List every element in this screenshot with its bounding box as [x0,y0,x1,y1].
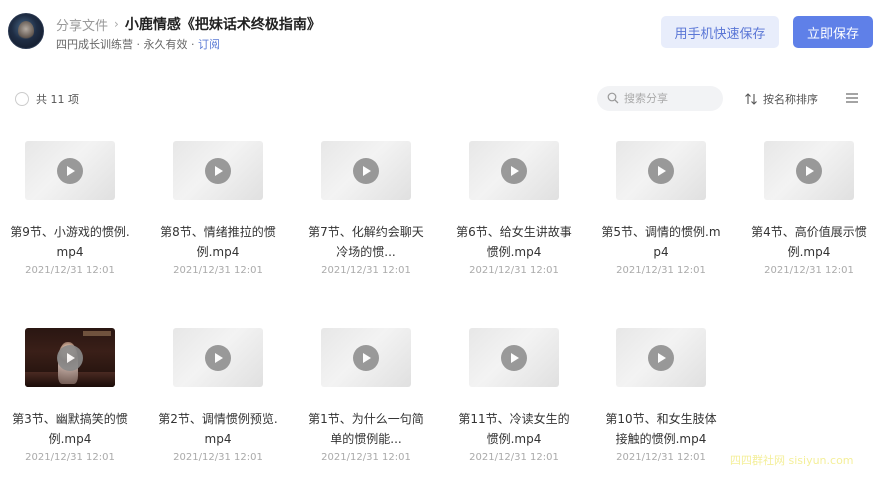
owner-info: 四円成长训练营 · 永久有效 · 订阅 [56,36,220,52]
video-thumbnail[interactable] [469,328,559,387]
file-date: 2021/12/31 12:01 [25,452,115,463]
file-date: 2021/12/31 12:01 [616,452,706,463]
file-item[interactable]: 第8节、情绪推拉的惯例.mp4 2021/12/31 12:01 [158,141,278,291]
file-item[interactable]: 第6节、给女生讲故事惯例.mp4 2021/12/31 12:01 [454,141,574,291]
sort-label: 按名称排序 [763,93,818,106]
file-item[interactable]: 第9节、小游戏的惯例.mp4 2021/12/31 12:01 [10,141,130,291]
file-item[interactable]: 第7节、化解约会聊天冷场的惯... 2021/12/31 12:01 [306,141,426,291]
item-count: 共 11 项 [36,93,79,106]
file-item[interactable]: 第4节、高价值展示惯例.mp4 2021/12/31 12:01 [749,141,869,291]
file-item[interactable]: 第3节、幽默搞笑的惯例.mp4 2021/12/31 12:01 [10,328,130,478]
video-thumbnail[interactable] [469,141,559,200]
file-date: 2021/12/31 12:01 [469,265,559,276]
video-thumbnail[interactable] [173,328,263,387]
file-date: 2021/12/31 12:01 [764,265,854,276]
file-item[interactable]: 第2节、调情惯例预览.mp4 2021/12/31 12:01 [158,328,278,478]
play-icon[interactable] [205,345,231,371]
phone-save-button[interactable]: 用手机快速保存 [661,16,779,48]
file-name[interactable]: 第1节、为什么一句简单的惯例能... [306,409,426,449]
file-name[interactable]: 第10节、和女生肢体接触的惯例.mp4 [601,409,721,449]
file-date: 2021/12/31 12:01 [321,265,411,276]
file-name[interactable]: 第4节、高价值展示惯例.mp4 [749,222,869,262]
share-header: 分享文件 › 小鹿情感《把妹话术终极指南》 四円成长训练营 · 永久有效 · 订… [0,0,880,64]
play-icon[interactable] [205,158,231,184]
play-icon[interactable] [353,345,379,371]
file-item[interactable]: 第11节、冷读女生的惯例.mp4 2021/12/31 12:01 [454,328,574,478]
search-input[interactable] [624,89,716,108]
sort-by-name-button[interactable]: 按名称排序 [744,90,818,108]
file-name[interactable]: 第8节、情绪推拉的惯例.mp4 [158,222,278,262]
search-icon [607,92,619,104]
breadcrumb-separator: › [114,17,119,31]
file-toolbar: 共 11 项 按名称排序 [0,84,880,114]
file-name[interactable]: 第11节、冷读女生的惯例.mp4 [454,409,574,449]
file-date: 2021/12/31 12:01 [173,265,263,276]
video-thumbnail[interactable] [764,141,854,200]
subscribe-link[interactable]: 订阅 [198,38,220,51]
file-date: 2021/12/31 12:01 [469,452,559,463]
video-thumbnail[interactable] [616,141,706,200]
breadcrumb-root[interactable]: 分享文件 [56,15,108,34]
play-icon[interactable] [57,158,83,184]
file-date: 2021/12/31 12:01 [616,265,706,276]
file-name[interactable]: 第5节、调情的惯例.mp4 [601,222,721,262]
play-icon[interactable] [796,158,822,184]
view-menu-icon[interactable] [845,92,859,104]
play-icon[interactable] [353,158,379,184]
file-date: 2021/12/31 12:01 [25,265,115,276]
file-date: 2021/12/31 12:01 [321,452,411,463]
video-thumbnail[interactable] [173,141,263,200]
play-icon[interactable] [501,158,527,184]
sort-icon [745,93,757,105]
video-thumbnail[interactable] [616,328,706,387]
search-box[interactable] [597,86,723,111]
play-icon[interactable] [57,345,83,371]
file-name[interactable]: 第3节、幽默搞笑的惯例.mp4 [10,409,130,449]
file-item[interactable]: 第10节、和女生肢体接触的惯例.mp4 2021/12/31 12:01 [601,328,721,478]
owner-text: 四円成长训练营 · 永久有效 · [56,38,198,51]
video-thumbnail[interactable] [321,328,411,387]
file-name[interactable]: 第7节、化解约会聊天冷场的惯... [306,222,426,262]
video-thumbnail[interactable] [321,141,411,200]
file-name[interactable]: 第2节、调情惯例预览.mp4 [158,409,278,449]
owner-avatar[interactable] [8,13,44,49]
video-thumbnail[interactable] [25,328,115,387]
play-icon[interactable] [501,345,527,371]
file-name[interactable]: 第6节、给女生讲故事惯例.mp4 [454,222,574,262]
file-date: 2021/12/31 12:01 [173,452,263,463]
watermark-text: 四四群社网 sisiyun.com [730,454,854,467]
thumbnail-photo-sign [83,331,111,336]
page-title: 小鹿情感《把妹话术终极指南》 [124,17,321,33]
file-item[interactable]: 第1节、为什么一句简单的惯例能... 2021/12/31 12:01 [306,328,426,478]
save-now-button[interactable]: 立即保存 [793,16,873,48]
breadcrumb: 分享文件 › 小鹿情感《把妹话术终极指南》 [56,14,321,34]
file-name[interactable]: 第9节、小游戏的惯例.mp4 [10,222,130,262]
file-item[interactable]: 第5节、调情的惯例.mp4 2021/12/31 12:01 [601,141,721,291]
play-icon[interactable] [648,345,674,371]
video-thumbnail[interactable] [25,141,115,200]
select-all-checkbox[interactable] [15,92,29,106]
play-icon[interactable] [648,158,674,184]
